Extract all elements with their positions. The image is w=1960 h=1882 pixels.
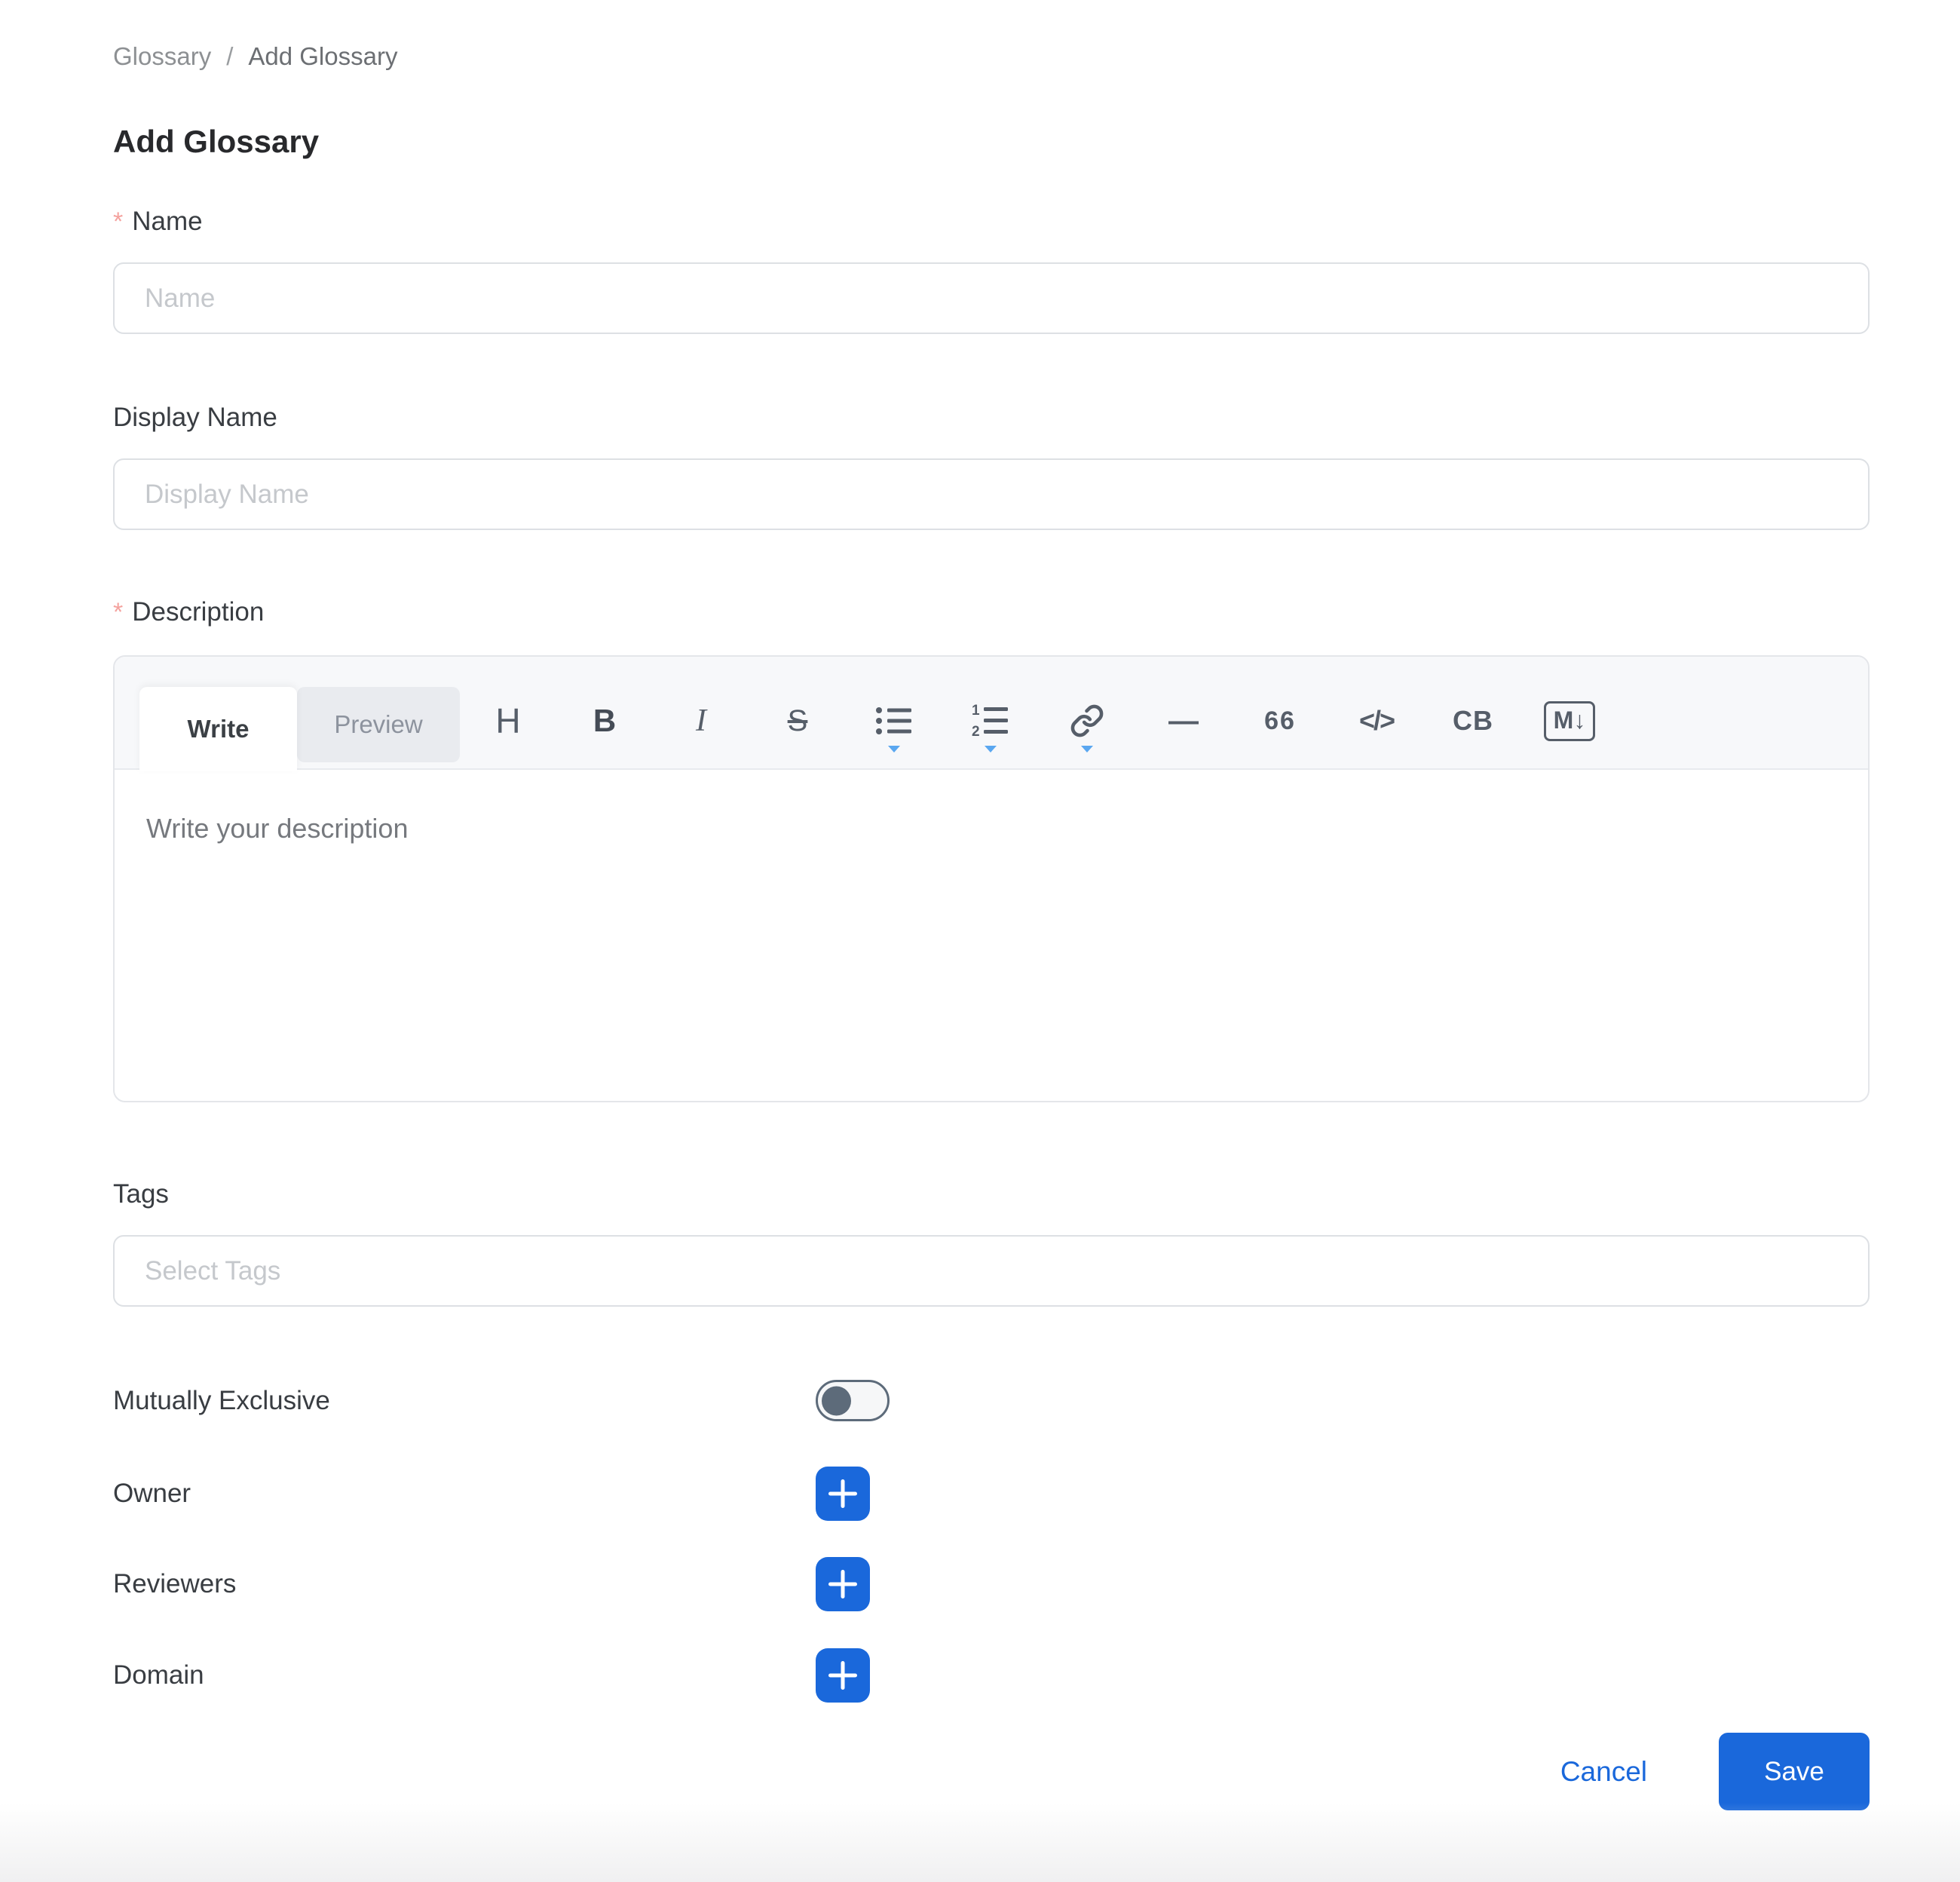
owner-label: Owner [113, 1479, 816, 1509]
strikethrough-button[interactable]: S [749, 683, 846, 759]
strikethrough-icon: S [788, 704, 808, 738]
plus-icon [828, 1479, 857, 1508]
toggle-knob [822, 1386, 851, 1415]
add-domain-button[interactable] [816, 1648, 870, 1703]
inline-code-button[interactable]: </> [1328, 683, 1425, 759]
display-name-label-text: Display Name [113, 400, 277, 435]
quote-button[interactable]: 66 [1232, 683, 1328, 759]
tab-preview[interactable]: Preview [297, 687, 460, 762]
breadcrumb-glossary-link[interactable]: Glossary [113, 41, 211, 72]
svg-text:1: 1 [972, 704, 980, 719]
display-name-label: Display Name [113, 400, 1870, 435]
save-button[interactable]: Save [1719, 1733, 1870, 1810]
breadcrumb-separator: / [226, 41, 233, 72]
inline-code-icon: </> [1359, 705, 1394, 737]
editor-toolbar-buttons: H B I S [460, 683, 1618, 759]
plus-icon [828, 1570, 857, 1598]
breadcrumb-current-page: Add Glossary [248, 41, 397, 72]
reviewers-row: Reviewers [113, 1557, 1870, 1611]
horizontal-rule-icon: — [1168, 704, 1199, 738]
mutually-exclusive-toggle[interactable] [816, 1380, 890, 1421]
domain-label: Domain [113, 1660, 816, 1690]
markdown-icon: M↓ [1544, 701, 1596, 741]
horizontal-rule-button[interactable]: — [1135, 683, 1232, 759]
plus-icon [828, 1661, 857, 1690]
add-owner-button[interactable] [816, 1467, 870, 1521]
description-label-text: Description [132, 595, 264, 630]
numbered-list-button[interactable]: 1 2 [942, 683, 1039, 759]
tab-write-label: Write [188, 715, 250, 743]
heading-icon: H [495, 700, 520, 741]
description-placeholder: Write your description [146, 812, 1836, 845]
heading-button[interactable]: H [460, 683, 556, 759]
bullet-list-button[interactable] [846, 683, 942, 759]
tags-select-input[interactable] [113, 1235, 1870, 1307]
mutually-exclusive-label: Mutually Exclusive [113, 1386, 816, 1416]
display-name-input[interactable] [113, 458, 1870, 530]
bullet-list-icon [875, 705, 913, 737]
tab-write[interactable]: Write [139, 687, 297, 771]
name-input[interactable] [113, 262, 1870, 334]
required-asterisk: * [113, 204, 123, 239]
description-label: * Description [113, 595, 1870, 630]
description-markdown-editor: Write Preview H B I S [113, 655, 1870, 1102]
add-reviewer-button[interactable] [816, 1557, 870, 1611]
form-actions: Cancel Save [113, 1733, 1870, 1810]
page-title: Add Glossary [113, 124, 1870, 159]
mutually-exclusive-row: Mutually Exclusive [113, 1379, 1870, 1422]
breadcrumb: Glossary / Add Glossary [113, 41, 1870, 72]
page-bottom-fade [0, 1803, 1960, 1882]
link-icon [1070, 703, 1104, 738]
markdown-button[interactable]: M↓ [1521, 683, 1618, 759]
owner-row: Owner [113, 1467, 1870, 1521]
svg-text:2: 2 [972, 724, 980, 737]
quote-icon: 66 [1264, 707, 1296, 736]
required-asterisk: * [113, 595, 123, 630]
cancel-button[interactable]: Cancel [1560, 1756, 1647, 1788]
code-block-button[interactable]: CB [1425, 683, 1521, 759]
description-editor-textarea[interactable]: Write your description [115, 770, 1868, 887]
reviewers-label: Reviewers [113, 1569, 816, 1599]
italic-button[interactable]: I [653, 683, 749, 759]
link-button[interactable] [1039, 683, 1135, 759]
tab-preview-label: Preview [334, 710, 422, 739]
bold-icon: B [593, 703, 616, 739]
add-glossary-form-page: Glossary / Add Glossary Add Glossary * N… [0, 0, 1960, 1810]
tags-label: Tags [113, 1177, 1870, 1212]
italic-icon: I [696, 703, 706, 739]
tags-label-text: Tags [113, 1177, 169, 1212]
domain-row: Domain [113, 1648, 1870, 1703]
numbered-list-icon: 1 2 [972, 704, 1009, 737]
code-block-icon: CB [1453, 705, 1493, 737]
editor-toolbar: Write Preview H B I S [115, 657, 1868, 770]
bold-button[interactable]: B [556, 683, 653, 759]
name-label: * Name [113, 204, 1870, 239]
name-label-text: Name [132, 204, 202, 239]
